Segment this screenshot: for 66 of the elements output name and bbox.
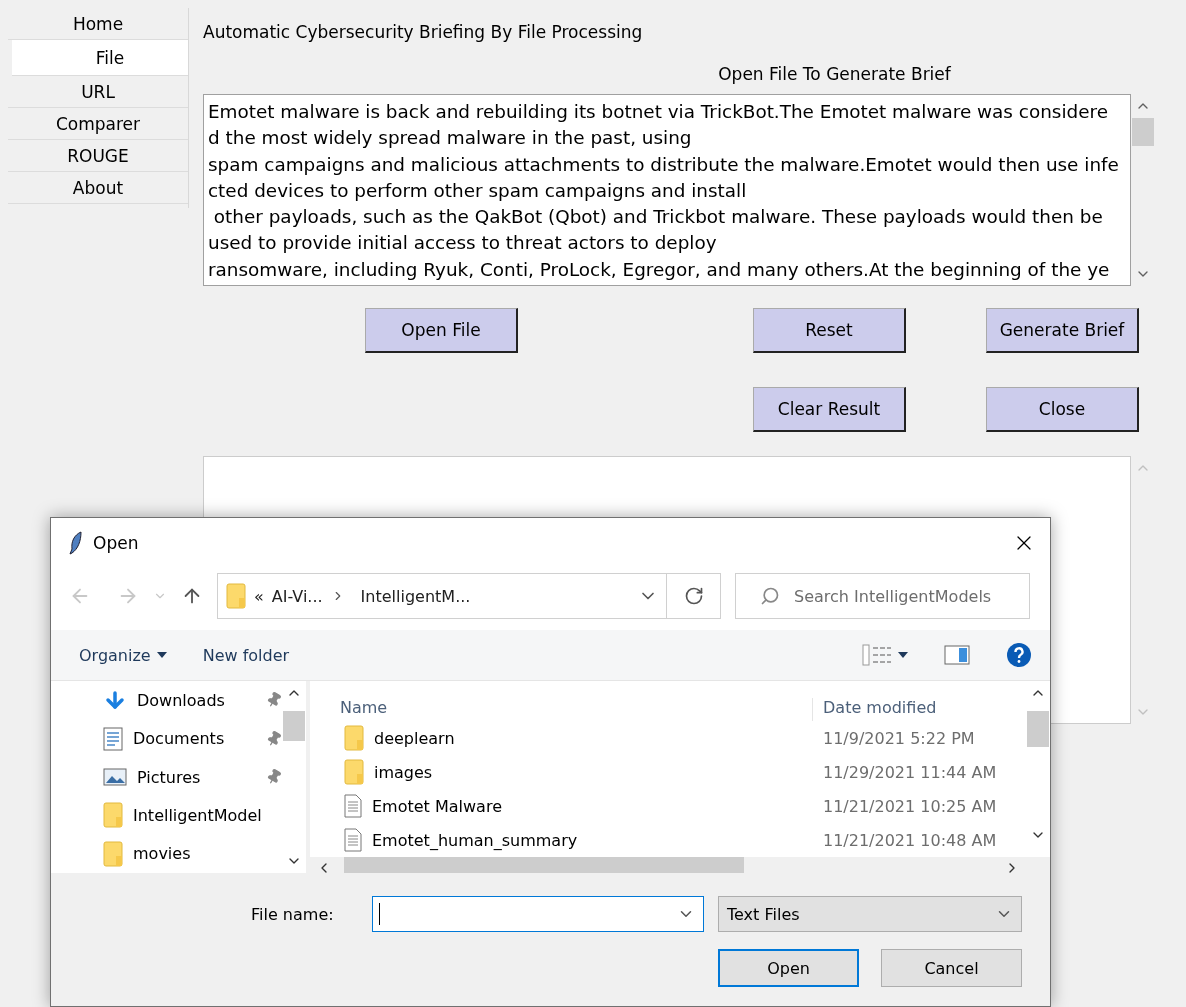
view-list-icon: [862, 644, 908, 666]
file-row[interactable]: Emotet Malware 11/21/2021 10:25 AM: [310, 789, 1026, 823]
scroll-thumb[interactable]: [1132, 118, 1154, 146]
nav-label: Pictures: [137, 767, 202, 787]
column-header[interactable]: Name: [310, 698, 813, 721]
nav-item[interactable]: IntelligentModel: [103, 796, 282, 835]
refresh-icon: [683, 586, 704, 606]
document-icon: [103, 726, 123, 751]
breadcrumb-item[interactable]: IntelligentM...: [360, 586, 471, 606]
picture-icon: [103, 767, 127, 787]
file-row[interactable]: deeplearn 11/9/2021 5:22 PM: [310, 721, 1026, 755]
nav-label: Documents: [133, 729, 226, 749]
dialog-title: Open: [93, 533, 140, 553]
breadcrumb-item[interactable]: AI-Vi...: [271, 586, 323, 606]
file-name: deeplearn: [374, 728, 455, 748]
file-date: 11/29/2021 11:44 AM: [822, 762, 998, 782]
file-date: 11/21/2021 10:48 AM: [822, 830, 998, 850]
file-date: 11/9/2021 5:22 PM: [822, 728, 976, 748]
help-icon: [1006, 642, 1032, 668]
nav-item[interactable]: Pictures: [103, 757, 282, 797]
toolbar-button[interactable]: New folder: [202, 645, 290, 665]
folder-icon: [226, 583, 246, 609]
file-name-field[interactable]: [372, 896, 704, 932]
action-button[interactable]: Close: [986, 387, 1139, 432]
folder-icon: [344, 725, 364, 751]
nav-item[interactable]: Documents: [103, 719, 282, 758]
file-name: Emotet_human_summary: [372, 830, 578, 850]
folder-icon: [103, 840, 123, 867]
scroll-thumb[interactable]: [283, 711, 305, 741]
caret-icon: [156, 652, 167, 658]
feather-icon: [69, 531, 83, 555]
folder-icon: [103, 802, 123, 829]
action-button[interactable]: Generate Brief: [986, 308, 1139, 353]
file-name: images: [374, 762, 433, 782]
file-row[interactable]: Emotet_human_summary 11/21/2021 10:48 AM: [310, 823, 1026, 857]
scroll-thumb[interactable]: [1027, 711, 1049, 747]
file-name: Emotet Malware: [372, 796, 502, 816]
breadcrumb-overflow[interactable]: «: [254, 586, 264, 606]
document-icon: [344, 828, 362, 852]
dialog-button[interactable]: Cancel: [881, 949, 1022, 987]
search-field[interactable]: Search IntelligentModels: [735, 573, 1030, 619]
toolbar-button[interactable]: Organize: [79, 645, 167, 665]
sidebar-tab[interactable]: File: [12, 40, 188, 76]
action-button[interactable]: Open File: [365, 308, 518, 353]
nav-item[interactable]: movies: [103, 834, 282, 873]
address-bar[interactable]: « AI-Vi... IntelligentM...: [217, 573, 667, 619]
column-header[interactable]: Date modified: [813, 698, 1026, 721]
file-date: 11/21/2021 10:25 AM: [822, 796, 998, 816]
nav-label: Downloads: [137, 690, 226, 710]
search-icon: [760, 586, 780, 606]
field-label: File name:: [251, 904, 335, 924]
dialog-button[interactable]: Open: [718, 949, 859, 987]
nav-label: IntelligentModel: [133, 805, 263, 825]
file-type-dropdown[interactable]: Text Files: [718, 896, 1022, 932]
action-button[interactable]: Reset: [753, 308, 906, 353]
text-area[interactable]: Emotet malware is back and rebuilding its botnet via TrickBot.The Emotet malware was considere d the most widely spread malware in the past, using spam campaigns and malicious attachments to distribute the malware.Emotet would then use infe cted devices to perform other spam campaigns and install other payloads, such as the QakBot (Qbot) and Trickbot malware. These payloads would then be used to provide initial access to threat actors to deploy ransomware, including Ryuk, Conti, ProLock, Egregor, and many others.At the beginning of the ye: [203, 94, 1131, 286]
refresh-button[interactable]: [667, 573, 721, 619]
page-title: Automatic Cybersecurity Briefing By File Processing: [203, 22, 644, 42]
file-row[interactable]: images 11/29/2021 11:44 AM: [310, 755, 1026, 789]
preview-pane-icon: [944, 645, 970, 665]
nav-item[interactable]: Downloads: [103, 681, 282, 720]
nav-label: movies: [133, 844, 192, 864]
action-button[interactable]: Clear Result: [753, 387, 906, 432]
folder-icon: [344, 759, 364, 785]
section-title: Open File To Generate Brief: [718, 64, 951, 84]
document-icon: [344, 794, 362, 818]
